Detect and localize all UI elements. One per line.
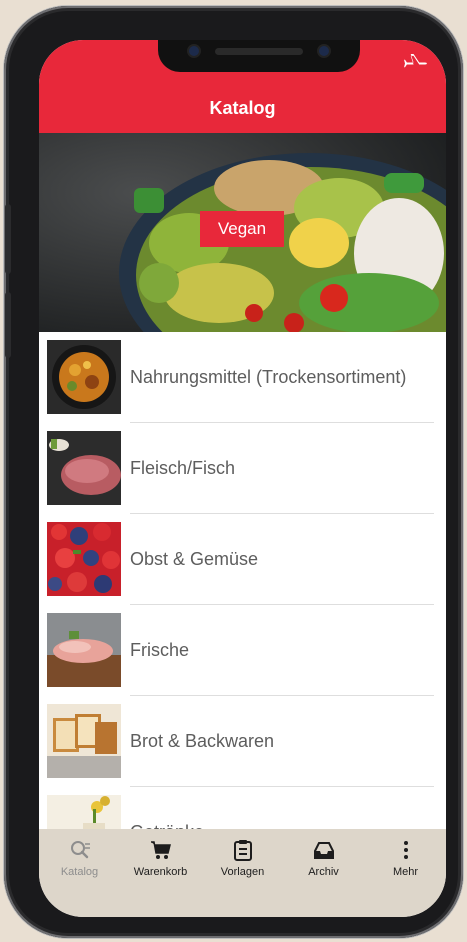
phone-frame: Katalog Vegan Nahrungsmittel (Trockensor… [4,6,463,938]
list-item[interactable]: Getränke [39,787,446,829]
tab-warenkorb[interactable]: Warenkorb [120,829,201,889]
tab-archiv[interactable]: Archiv [283,829,364,889]
airplane-icon[interactable] [404,54,428,74]
page-title: Katalog [209,98,276,118]
category-label: Brot & Backwaren [130,731,275,751]
tab-label: Warenkorb [133,866,188,878]
notch [158,40,360,72]
tab-vorlagen[interactable]: Vorlagen [202,829,283,889]
speaker-grill [215,48,303,55]
app-screen: Katalog Vegan Nahrungsmittel (Trockensor… [39,40,446,917]
category-label: Getränke [130,787,204,829]
tab-mehr[interactable]: Mehr [365,829,446,889]
category-label: Nahrungsmittel (Trockensortiment) [130,367,407,387]
hero-banner[interactable]: Vegan [39,133,446,332]
volume-up-button [5,204,11,274]
tab-label: Mehr [392,866,419,878]
category-list: Nahrungsmittel (Trockensortiment) Fleisc… [39,332,446,829]
tab-label: Archiv [308,866,339,878]
clipboard-icon [233,840,252,861]
category-label: Obst & Gemüse [130,549,259,569]
cart-icon [150,841,171,859]
tab-label: Katalog [60,866,99,878]
tab-katalog[interactable]: Katalog [39,829,120,889]
catalog-search-icon [70,841,90,859]
camera-icon [189,46,199,56]
more-vertical-icon [403,841,408,859]
dry-food-bowl-photo [47,340,121,414]
list-item[interactable]: Frische [39,605,446,696]
bread-photo [47,704,121,778]
category-label: Fleisch/Fisch [130,458,236,478]
category-label: Frische [130,640,190,660]
tab-label: Vorlagen [220,866,265,878]
bottom-tab-bar: Katalog Warenkorb Vorlagen Archiv Mehr [39,829,446,917]
drinks-photo [47,795,121,829]
raw-meat-photo [47,431,121,505]
list-item[interactable]: Brot & Backwaren [39,696,446,787]
berries-photo [47,522,121,596]
charcuterie-photo [47,613,121,687]
vegan-button[interactable]: Vegan [200,211,284,247]
list-item[interactable]: Obst & Gemüse [39,514,446,605]
volume-down-button [5,292,11,358]
archive-tray-icon [313,842,334,859]
list-item[interactable]: Fleisch/Fisch [39,423,446,514]
list-item[interactable]: Nahrungsmittel (Trockensortiment) [39,332,446,423]
sensor-icon [319,46,329,56]
